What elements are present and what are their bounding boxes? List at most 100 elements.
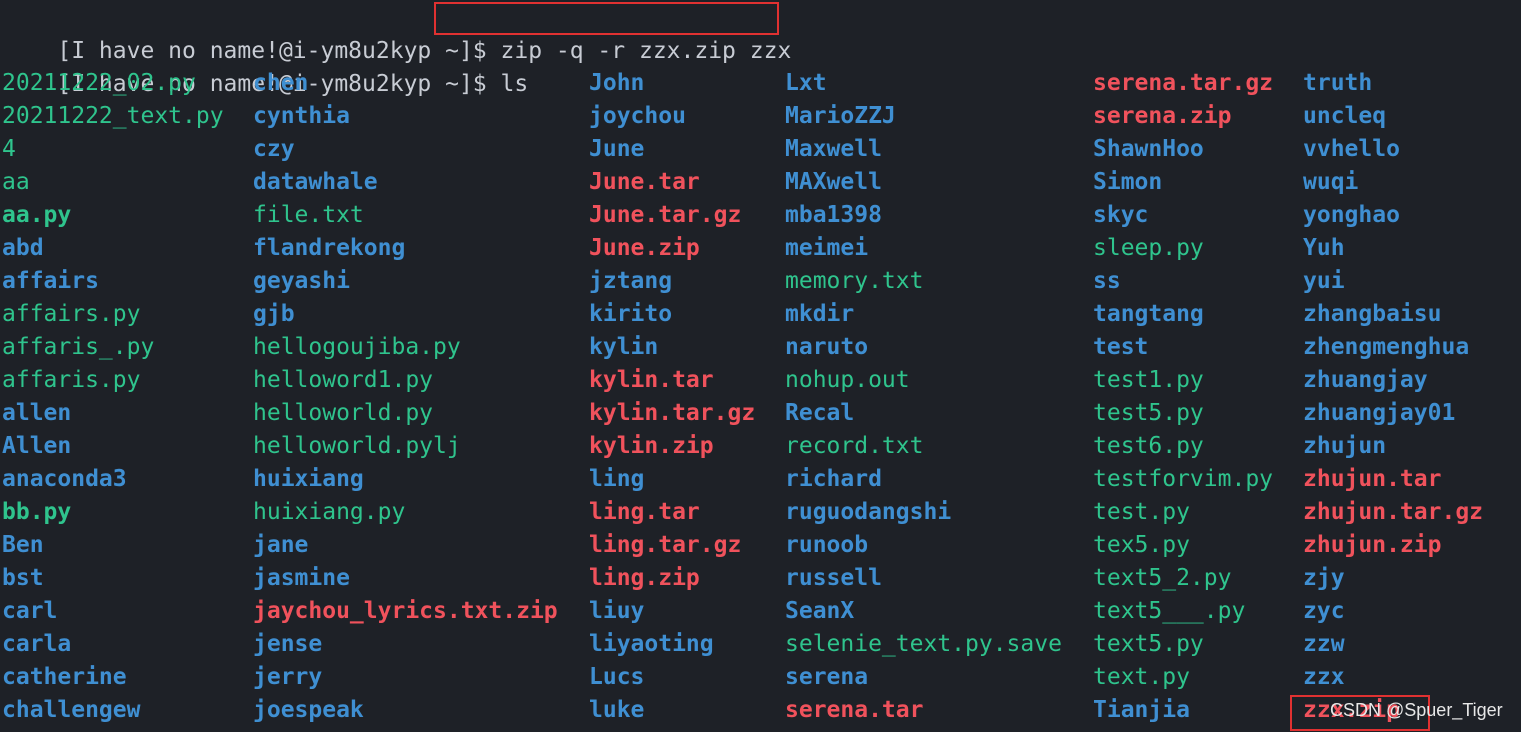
file-entry: file.txt — [253, 202, 364, 228]
directory-entry: jense — [253, 631, 323, 657]
file-entry: aa — [2, 169, 30, 195]
directory-entry: mkdir — [785, 301, 855, 327]
terminal-window[interactable]: [I have no name!@i-ym8u2kyp ~]$ zip -q -… — [0, 0, 1521, 732]
directory-entry: chen — [253, 70, 309, 96]
directory-entry: zzx — [1303, 664, 1345, 690]
archive-entry: serena.tar — [785, 697, 924, 723]
file-entry: sleep.py — [1093, 235, 1204, 261]
archive-entry: June.tar.gz — [589, 202, 742, 228]
directory-entry: zhuangjay01 — [1303, 400, 1456, 426]
directory-entry: test — [1093, 334, 1149, 360]
directory-entry: richard — [785, 466, 882, 492]
directory-entry: Simon — [1093, 169, 1163, 195]
directory-entry: czy — [253, 136, 295, 162]
directory-entry: serena — [785, 664, 869, 690]
archive-entry: kylin.tar.gz — [589, 400, 756, 426]
directory-entry: carl — [2, 598, 58, 624]
file-entry: memory.txt — [785, 268, 924, 294]
directory-entry: uncleq — [1303, 103, 1387, 129]
directory-entry: Allen — [2, 433, 72, 459]
file-entry: hellogoujiba.py — [253, 334, 461, 360]
directory-entry: meimei — [785, 235, 869, 261]
directory-entry: SeanX — [785, 598, 855, 624]
command-line-ls: [I have no name!@i-ym8u2kyp ~]$ ls — [2, 35, 528, 97]
directory-entry: bst — [2, 565, 44, 591]
ls-column: John joychou June June.tar June.tar.gz June.z… — [589, 67, 755, 727]
directory-entry: gjb — [253, 301, 295, 327]
directory-entry: liyaoting — [589, 631, 714, 657]
archive-entry: kylin.zip — [589, 433, 714, 459]
file-entry: test.py — [1093, 499, 1190, 525]
directory-entry: datawhale — [253, 169, 378, 195]
directory-entry: yonghao — [1303, 202, 1400, 228]
directory-entry: jerry — [253, 664, 323, 690]
directory-entry: zzw — [1303, 631, 1345, 657]
directory-entry: jasmine — [253, 565, 350, 591]
file-entry: huixiang.py — [253, 499, 406, 525]
watermark: CSDN @Spuer_Tiger — [1330, 700, 1503, 720]
directory-entry: zjy — [1303, 565, 1345, 591]
archive-entry: jaychou_lyrics.txt.zip — [253, 598, 558, 624]
archive-entry: kylin.tar — [589, 367, 714, 393]
directory-entry: luke — [589, 697, 645, 723]
directory-entry: Maxwell — [785, 136, 882, 162]
directory-entry: jane — [253, 532, 309, 558]
archive-entry: zhujun.zip — [1303, 532, 1442, 558]
file-entry: aa.py — [2, 202, 72, 228]
directory-entry: Lxt — [785, 70, 827, 96]
file-entry: bb.py — [2, 499, 72, 525]
directory-entry: ling — [589, 466, 645, 492]
archive-entry: zhujun.tar.gz — [1303, 499, 1484, 525]
archive-entry: ling.zip — [589, 565, 700, 591]
file-entry: helloworld.py — [253, 400, 434, 426]
ls-column: serena.tar.gz serena.zip ShawnHoo Simon skyc… — [1093, 67, 1273, 727]
file-entry: affaris.py — [2, 367, 141, 393]
ls-column: 20211222_02.py 20211222_text.py 4 aa aa.py ab… — [2, 67, 224, 727]
directory-entry: MarioZZJ — [785, 103, 896, 129]
directory-entry: Ben — [2, 532, 44, 558]
directory-entry: skyc — [1093, 202, 1149, 228]
ls-column: chen cynthia czy datawhale file.txt flandreko… — [253, 67, 558, 727]
archive-entry: serena.zip — [1093, 103, 1232, 129]
directory-entry: truth — [1303, 70, 1373, 96]
directory-entry: liuy — [589, 598, 645, 624]
file-entry: selenie_text.py.save — [785, 631, 1062, 657]
directory-entry: ShawnHoo — [1093, 136, 1204, 162]
file-entry: text5_2.py — [1093, 565, 1232, 591]
directory-entry: zhangbaisu — [1303, 301, 1442, 327]
ls-column: Lxt MarioZZJ Maxwell MAXwell mba1398 meimei me… — [785, 67, 1062, 727]
directory-entry: ss — [1093, 268, 1121, 294]
directory-entry: huixiang — [253, 466, 364, 492]
file-entry: test6.py — [1093, 433, 1204, 459]
directory-entry: zhengmenghua — [1303, 334, 1470, 360]
file-entry: test1.py — [1093, 367, 1204, 393]
directory-entry: allen — [2, 400, 72, 426]
directory-entry: russell — [785, 565, 882, 591]
directory-entry: anaconda3 — [2, 466, 127, 492]
directory-entry: John — [589, 70, 645, 96]
directory-entry: Yuh — [1303, 235, 1345, 261]
directory-entry: flandrekong — [253, 235, 406, 261]
directory-entry: vvhello — [1303, 136, 1400, 162]
directory-entry: abd — [2, 235, 44, 261]
directory-entry: zhuangjay — [1303, 367, 1428, 393]
archive-entry: ling.tar — [589, 499, 700, 525]
file-entry: 20211222_text.py — [2, 103, 224, 129]
archive-entry: zhujun.tar — [1303, 466, 1442, 492]
directory-entry: geyashi — [253, 268, 350, 294]
file-entry: 20211222_02.py — [2, 70, 196, 96]
directory-entry: Tianjia — [1093, 697, 1190, 723]
directory-entry: MAXwell — [785, 169, 882, 195]
directory-entry: joespeak — [253, 697, 364, 723]
file-entry: text.py — [1093, 664, 1190, 690]
file-entry: affairs.py — [2, 301, 141, 327]
directory-entry: kylin — [589, 334, 659, 360]
directory-entry: zhujun — [1303, 433, 1387, 459]
directory-entry: tangtang — [1093, 301, 1204, 327]
directory-entry: naruto — [785, 334, 869, 360]
directory-entry: mba1398 — [785, 202, 882, 228]
directory-entry: ruguodangshi — [785, 499, 952, 525]
file-entry: helloworld.pylj — [253, 433, 461, 459]
archive-entry: June.zip — [589, 235, 700, 261]
file-entry: helloword1.py — [253, 367, 434, 393]
